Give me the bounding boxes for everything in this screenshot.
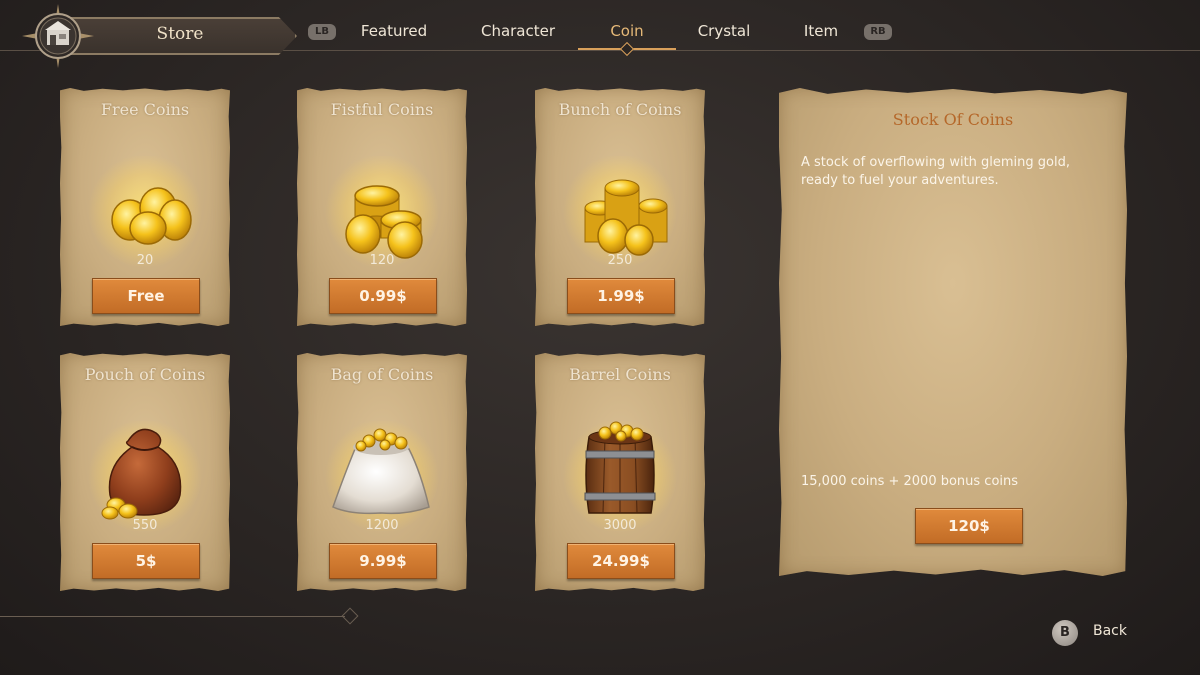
tab-coin[interactable]: Coin xyxy=(592,22,662,40)
detail-buy-button[interactable]: 120$ xyxy=(915,508,1023,544)
product-card-fistful-coins[interactable]: Fistful Coins 120 0.99$ xyxy=(297,88,467,326)
lb-hint-badge: LB xyxy=(308,24,336,40)
product-title: Free Coins xyxy=(100,100,190,119)
tab-featured[interactable]: Featured xyxy=(355,22,433,40)
coin-pouch-icon xyxy=(101,428,182,520)
detail-title: Stock Of Coins xyxy=(892,110,1014,129)
detail-description: A stock of overflowing with gleming gold… xyxy=(801,155,1070,188)
tab-crystal[interactable]: Crystal xyxy=(688,22,760,40)
rb-hint-badge: RB xyxy=(864,24,892,40)
coin-barrel-icon xyxy=(584,421,656,514)
active-tab-marker-icon xyxy=(619,41,635,57)
product-amount: 120 xyxy=(369,253,395,268)
product-title: Pouch of Coins xyxy=(84,365,206,384)
page-title: Store xyxy=(156,24,204,44)
product-title: Bunch of Coins xyxy=(558,100,682,119)
buy-button[interactable]: 24.99$ xyxy=(567,543,675,579)
product-title: Bag of Coins xyxy=(330,365,434,384)
product-card-barrel-coins[interactable]: Barrel Coins 3000 24.99$ xyxy=(535,353,705,591)
coin-pile-icon xyxy=(111,187,192,245)
buy-button[interactable]: Free xyxy=(92,278,200,314)
coin-stacks-icon xyxy=(345,185,423,259)
coin-heap-icon xyxy=(584,179,668,256)
buy-button[interactable]: 9.99$ xyxy=(329,543,437,579)
buy-button[interactable]: 1.99$ xyxy=(567,278,675,314)
tab-item[interactable]: Item xyxy=(796,22,846,40)
product-card-bunch-of-coins[interactable]: Bunch of Coins 250 1.99$ xyxy=(535,88,705,326)
product-title: Barrel Coins xyxy=(569,365,671,384)
product-amount: 550 xyxy=(132,518,158,533)
product-amount: 1200 xyxy=(365,518,399,533)
product-title: Fistful Coins xyxy=(330,100,434,119)
store-emblem-icon xyxy=(22,4,94,68)
product-card-free-coins[interactable]: Free Coins 20 Free xyxy=(60,88,230,326)
product-amount: 3000 xyxy=(603,518,637,533)
top-bar: Store LB Featured Character Coin Crystal… xyxy=(0,0,1200,68)
back-button-label[interactable]: Back xyxy=(1093,623,1127,639)
product-amount: 250 xyxy=(607,253,633,268)
detail-bonus-text: 15,000 coins + 2000 bonus coins xyxy=(801,474,1019,489)
coin-sack-icon xyxy=(332,428,430,515)
product-card-pouch-of-coins[interactable]: Pouch of Coins 550 5$ xyxy=(60,353,230,591)
bottom-divider xyxy=(0,616,345,617)
tab-character[interactable]: Character xyxy=(474,22,562,40)
buy-button[interactable]: 0.99$ xyxy=(329,278,437,314)
buy-button[interactable]: 5$ xyxy=(92,543,200,579)
b-button-icon[interactable]: B xyxy=(1052,620,1078,646)
product-amount: 20 xyxy=(136,253,154,268)
product-card-bag-of-coins[interactable]: Bag of Coins 1200 9.99$ xyxy=(297,353,467,591)
product-detail-panel: Stock Of Coins A stock of overflowing wi… xyxy=(779,88,1127,576)
bottom-divider-arrow-icon xyxy=(341,607,359,625)
